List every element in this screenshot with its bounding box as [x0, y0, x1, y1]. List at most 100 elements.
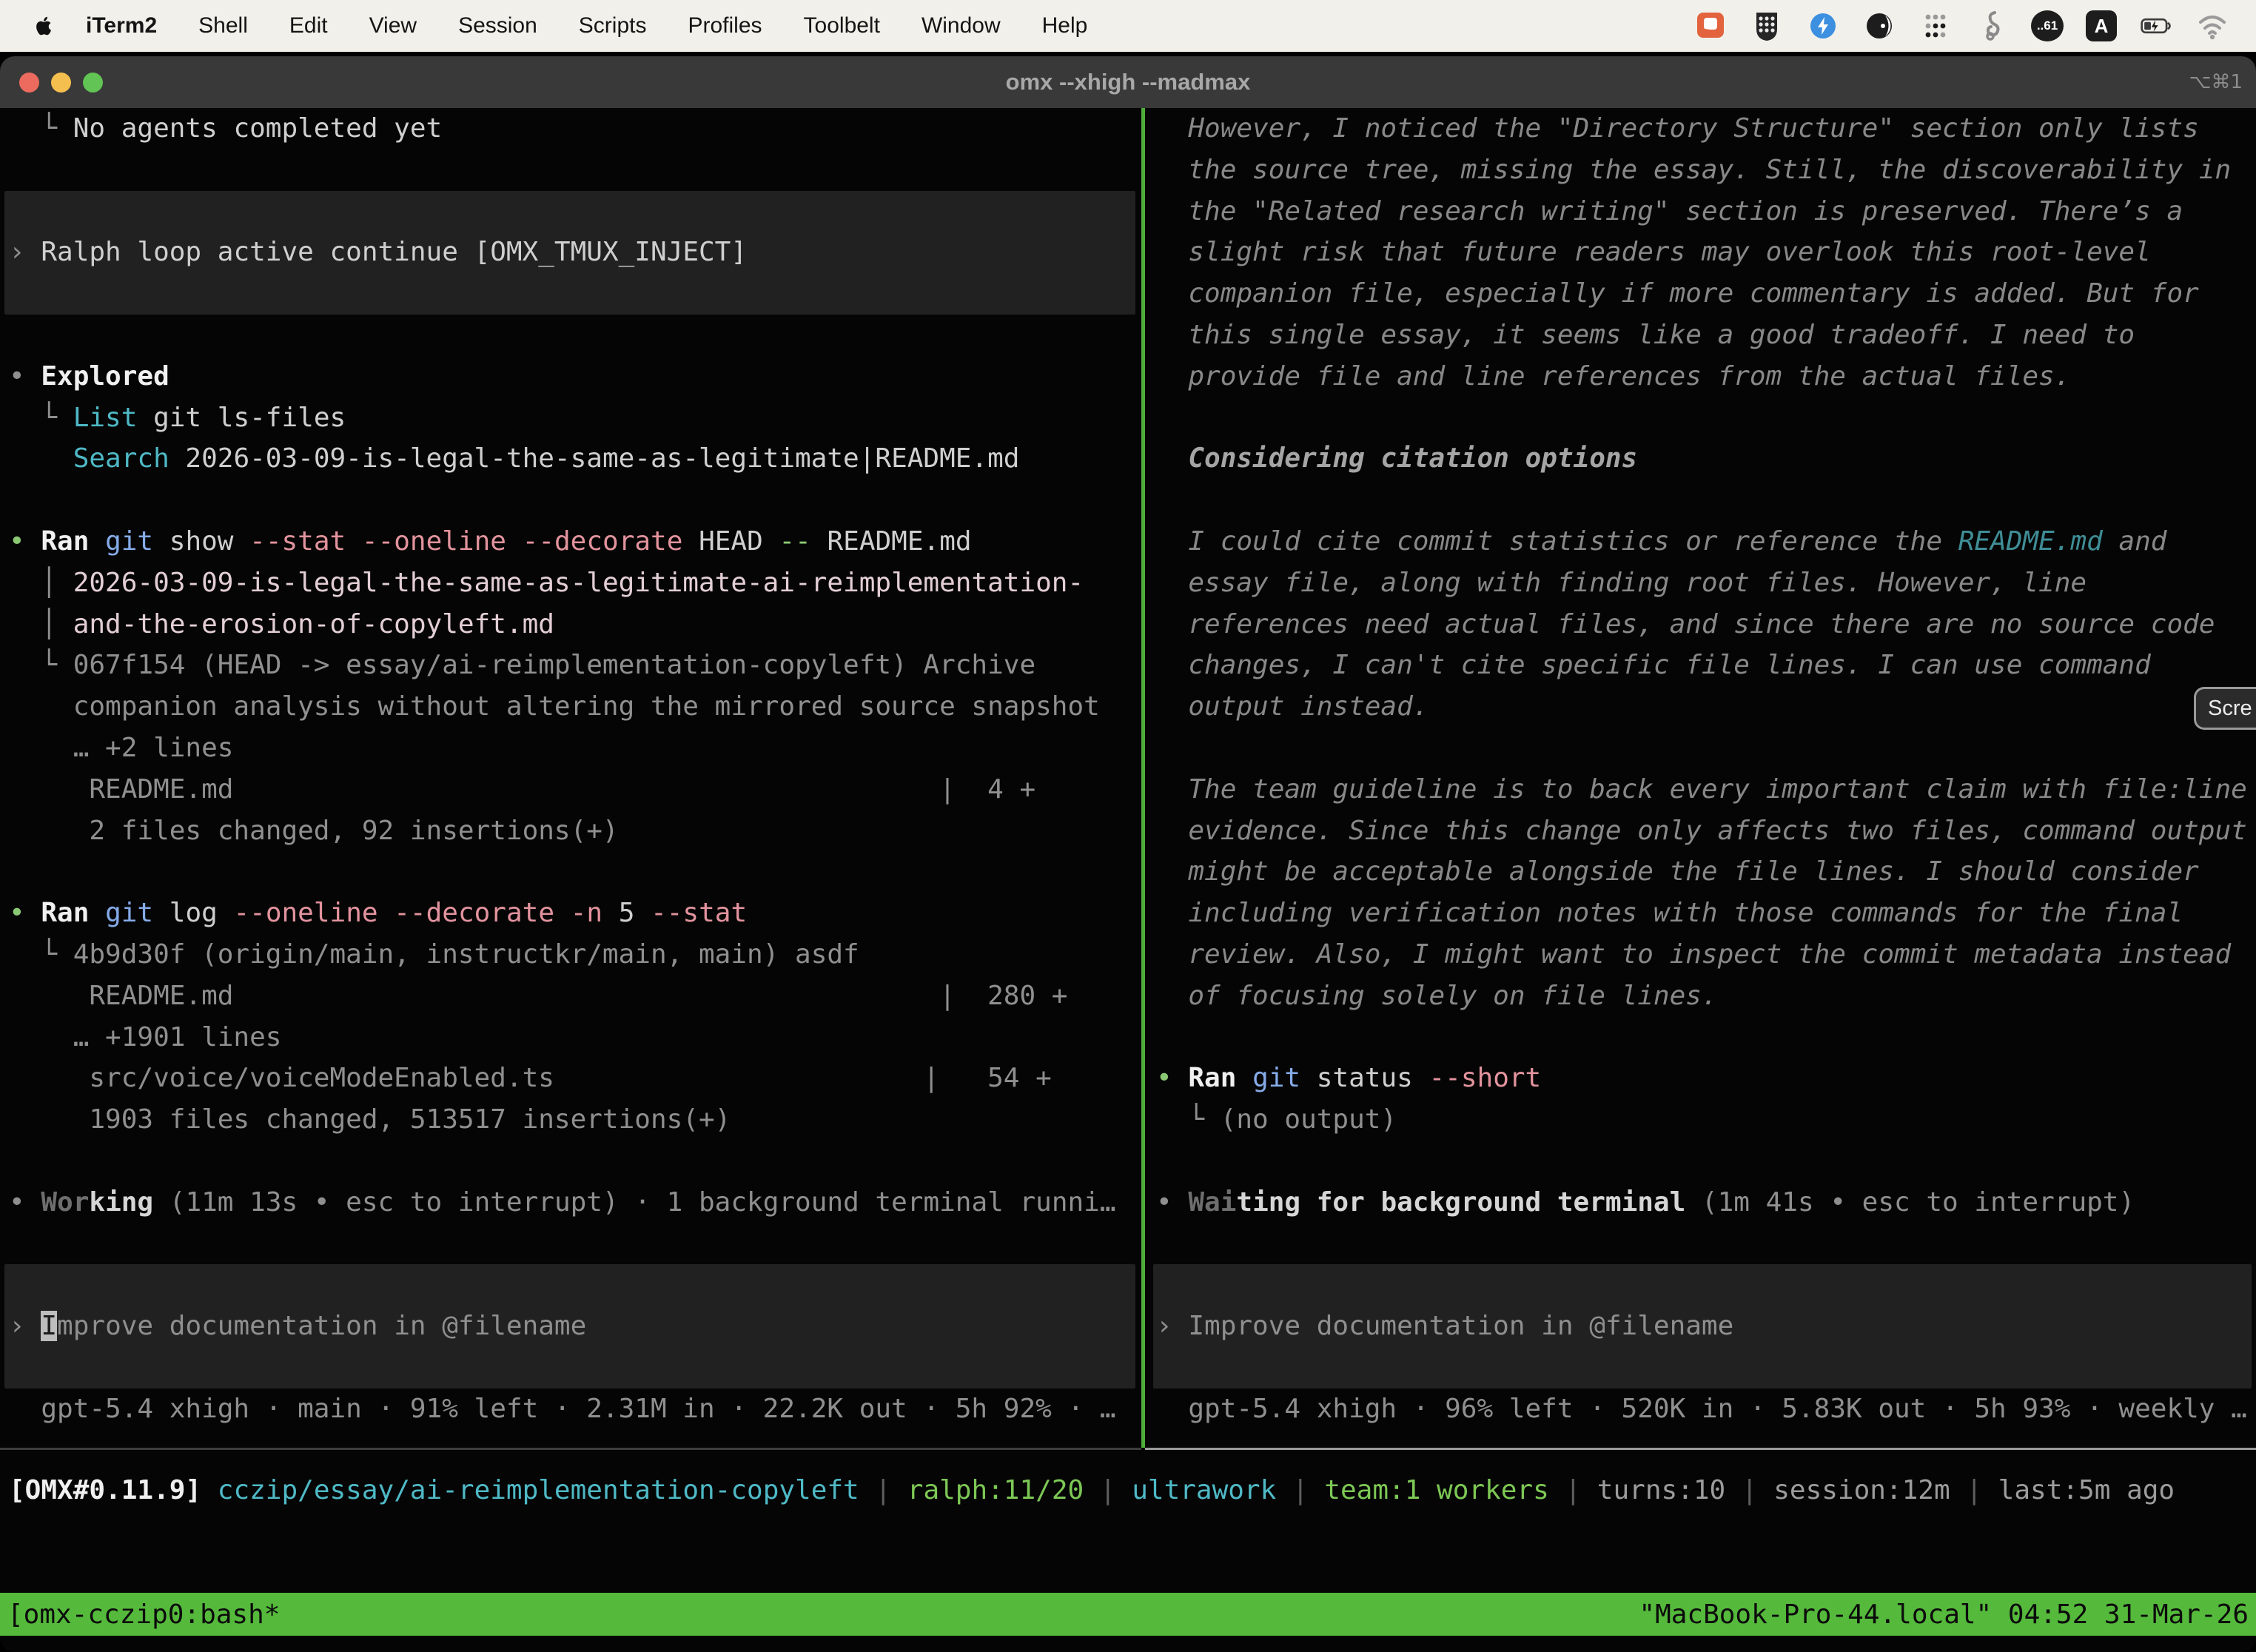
terminal-line: might be acceptable alongside the file l… — [1156, 851, 2256, 893]
menu-item[interactable]: Window — [921, 13, 1001, 38]
terminal-line — [1156, 728, 2256, 769]
terminal-line — [1156, 1347, 2256, 1389]
terminal-window: └ No agents completed yet › Ralph loop ac… — [0, 108, 2256, 1652]
terminal-line: companion file, especially if more comme… — [1156, 273, 2256, 315]
terminal-line — [9, 1141, 1140, 1182]
terminal-line: • Ran git log --oneline --decorate -n 5 … — [9, 893, 1140, 934]
terminal-line — [9, 851, 1140, 893]
terminal-line: └ 067f154 (HEAD -> essay/ai-reimplementa… — [9, 645, 1140, 686]
terminal-line: › Improve documentation in @filename — [1156, 1306, 2256, 1347]
terminal-line: › Ralph loop active continue [OMX_TMUX_I… — [9, 232, 1140, 273]
battery-icon[interactable] — [2139, 9, 2173, 43]
terminal-line: output instead. — [1156, 686, 2256, 728]
menu-item[interactable]: Help — [1042, 13, 1088, 38]
horizontal-divider-left — [0, 1448, 1141, 1450]
terminal-line: references need actual files, and since … — [1156, 604, 2256, 645]
percent-badge-icon[interactable]: ..61 — [2031, 10, 2064, 41]
menu-item[interactable]: iTerm2 — [86, 13, 157, 38]
tmux-host-clock: "MacBook-Pro-44.local" 04:52 31-Mar-26 — [1639, 1599, 2249, 1630]
terminal-line: gpt-5.4 xhigh · main · 91% left · 2.31M … — [9, 1389, 1140, 1430]
wifi-icon[interactable] — [2195, 9, 2229, 43]
terminal-line — [1156, 480, 2256, 521]
menu-item[interactable]: Edit — [289, 13, 328, 38]
omx-status-line: [OMX#0.11.9] cczip/essay/ai-reimplementa… — [9, 1470, 2175, 1511]
terminal-line: Considering citation options — [1156, 438, 2256, 480]
menu-item[interactable]: Toolbelt — [804, 13, 880, 38]
terminal-line: Search 2026-03-09-is-legal-the-same-as-l… — [9, 438, 1140, 480]
screen-share-pill[interactable]: Scre — [2194, 687, 2256, 730]
tmux-pane-divider[interactable] — [1141, 108, 1145, 1448]
screen-time-icon[interactable] — [1862, 9, 1896, 43]
terminal-line — [1156, 1264, 2256, 1306]
menu-item[interactable]: Profiles — [688, 13, 762, 38]
menu-bar-status-icons: ..61 A — [1693, 9, 2256, 43]
menu-item[interactable]: View — [369, 13, 417, 38]
window-title: omx --xhigh --madmax — [0, 69, 2256, 95]
terminal-line: evidence. Since this change only affects… — [1156, 810, 2256, 852]
terminal-line — [9, 480, 1140, 521]
desktop: iTerm2 Shell Edit View Session Scripts Profile… — [0, 0, 2256, 1652]
terminal-line: │ 2026-03-09-is-legal-the-same-as-legiti… — [9, 563, 1140, 604]
terminal-line: • Ran git status --short — [1156, 1058, 2256, 1099]
terminal-line: gpt-5.4 xhigh · 96% left · 520K in · 5.8… — [1156, 1389, 2256, 1430]
terminal-line: review. Also, I might want to inspect th… — [1156, 934, 2256, 976]
hook-squiggle-icon[interactable] — [1975, 9, 2009, 43]
terminal-line: └ List git ls-files — [9, 397, 1140, 439]
dots-grid-icon[interactable] — [1918, 9, 1953, 43]
menu-item[interactable]: Shell — [198, 13, 248, 38]
terminal-line: including verification notes with those … — [1156, 893, 2256, 934]
terminal-line: README.md | 4 + — [9, 769, 1140, 810]
terminal-line: The team guideline is to back every impo… — [1156, 769, 2256, 810]
terminal-line: the "Related research writing" section i… — [1156, 191, 2256, 232]
terminal-line: └ 4b9d30f (origin/main, instructkr/main,… — [9, 934, 1140, 976]
terminal-line: └ No agents completed yet — [9, 108, 1140, 150]
terminal-line: › Improve documentation in @filename — [9, 1306, 1140, 1347]
terminal-line: 2 files changed, 92 insertions(+) — [9, 810, 1140, 852]
terminal-line: the source tree, missing the essay. Stil… — [1156, 150, 2256, 191]
terminal-line — [9, 150, 1140, 191]
terminal-line: slight risk that future readers may over… — [1156, 232, 2256, 273]
terminal-line: │ and-the-erosion-of-copyleft.md — [9, 604, 1140, 645]
menu-item[interactable]: Scripts — [579, 13, 647, 38]
terminal-line: • Explored — [9, 356, 1140, 397]
terminal-line — [9, 273, 1140, 315]
terminal-line: README.md | 280 + — [9, 976, 1140, 1017]
chat-app-icon[interactable] — [1693, 9, 1728, 43]
terminal-line: └ (no output) — [1156, 1099, 2256, 1141]
tmux-pane-right[interactable]: However, I noticed the "Directory Struct… — [1149, 108, 2256, 1448]
terminal-line — [1156, 1223, 2256, 1265]
input-source-icon[interactable]: A — [2086, 10, 2117, 41]
terminal-line: this single essay, it seems like a good … — [1156, 315, 2256, 356]
menu-item[interactable]: Session — [458, 13, 537, 38]
terminal-line: [OMX#0.11.9] cczip/essay/ai-reimplementa… — [9, 1470, 2175, 1511]
terminal-line — [9, 1264, 1140, 1306]
terminal-line — [1156, 1017, 2256, 1058]
window-title-bar: omx --xhigh --madmax ⌥⌘1 — [0, 56, 2256, 108]
terminal-line: of focusing solely on file lines. — [1156, 976, 2256, 1017]
menu-items: iTerm2 Shell Edit View Session Scripts Profile… — [86, 13, 1087, 38]
horizontal-divider-right — [1145, 1448, 2256, 1450]
right-pane-output: However, I noticed the "Directory Struct… — [1149, 108, 2256, 1430]
window-shortcut-hint: ⌥⌘1 — [2189, 71, 2243, 93]
terminal-line — [1156, 397, 2256, 439]
terminal-line: essay file, along with finding root file… — [1156, 563, 2256, 604]
terminal-line: • Waiting for background terminal (1m 41… — [1156, 1182, 2256, 1223]
terminal-line: 1903 files changed, 513517 insertions(+) — [9, 1099, 1140, 1141]
apple-menu-icon[interactable] — [31, 13, 58, 39]
terminal-line: However, I noticed the "Directory Struct… — [1156, 108, 2256, 150]
terminal-line: … +1901 lines — [9, 1017, 1140, 1058]
tmux-pane-left[interactable]: └ No agents completed yet › Ralph loop ac… — [0, 108, 1140, 1448]
terminal-line: • Ran git show --stat --oneline --decora… — [9, 521, 1140, 563]
terminal-line — [9, 315, 1140, 356]
terminal-line — [9, 1223, 1140, 1265]
keypad-shield-icon[interactable] — [1750, 9, 1784, 43]
terminal-line: I could cite commit statistics or refere… — [1156, 521, 2256, 563]
menu-bar: iTerm2 Shell Edit View Session Scripts Profile… — [0, 0, 2256, 52]
terminal-line — [9, 191, 1140, 232]
terminal-line — [9, 1347, 1140, 1389]
terminal-line: src/voice/voiceModeEnabled.ts | 54 + — [9, 1058, 1140, 1099]
sync-badge-icon[interactable] — [1806, 9, 1840, 43]
terminal-line: changes, I can't cite specific file line… — [1156, 645, 2256, 686]
terminal-line: companion analysis without altering the … — [9, 686, 1140, 728]
tmux-status-bar: [omx-cczip0:bash* "MacBook-Pro-44.local"… — [0, 1593, 2256, 1636]
